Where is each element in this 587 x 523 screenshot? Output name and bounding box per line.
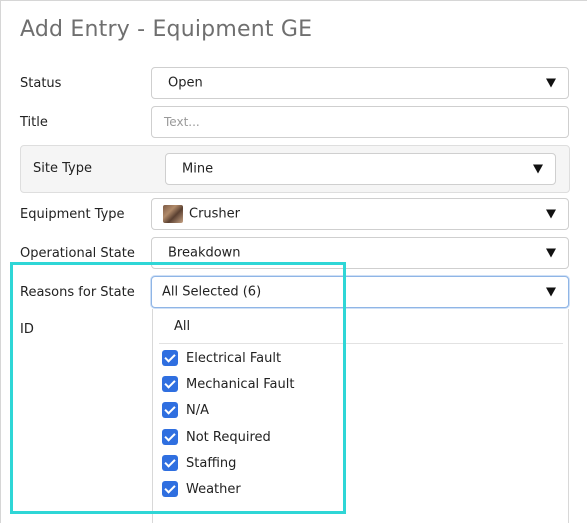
dropdown-divider [159, 343, 563, 344]
equipment-type-select[interactable]: Crusher [151, 198, 569, 230]
reason-option-weather[interactable]: Weather [162, 478, 241, 500]
reason-option-na[interactable]: N/A [162, 399, 209, 421]
page-title: Add Entry - Equipment GE [20, 17, 313, 42]
chevron-down-icon [546, 248, 556, 258]
reasons-for-state-label: Reasons for State [20, 285, 135, 300]
chevron-down-icon [546, 78, 556, 88]
title-placeholder: Text... [164, 115, 200, 129]
checkbox-checked-icon[interactable] [162, 350, 178, 366]
reason-option-label: Weather [186, 481, 241, 497]
checkbox-checked-icon[interactable] [162, 402, 178, 418]
reason-option-label: Not Required [186, 429, 271, 445]
reason-option-label: N/A [186, 402, 209, 418]
reason-option-mechanical-fault[interactable]: Mechanical Fault [162, 373, 294, 395]
checkbox-checked-icon[interactable] [162, 376, 178, 392]
id-label: ID [20, 322, 34, 337]
checkbox-checked-icon[interactable] [162, 455, 178, 471]
reason-option-label: Mechanical Fault [186, 376, 295, 392]
reason-option-not-required[interactable]: Not Required [162, 426, 271, 448]
status-label: Status [20, 76, 62, 91]
checkbox-checked-icon[interactable] [162, 481, 178, 497]
equipment-type-value: Crusher [189, 206, 241, 222]
site-type-label: Site Type [33, 161, 92, 176]
operational-state-value: Breakdown [168, 245, 241, 261]
reasons-dropdown-list: All Electrical Fault Mechanical Fault N/… [152, 309, 569, 523]
reasons-for-state-select[interactable]: All Selected (6) [151, 276, 569, 308]
crusher-thumbnail-icon [163, 205, 183, 223]
reason-option-electrical-fault[interactable]: Electrical Fault [162, 347, 281, 369]
site-type-select[interactable]: Mine [165, 153, 556, 185]
status-select[interactable]: Open [151, 67, 569, 99]
title-input[interactable]: Text... [151, 106, 569, 138]
status-value: Open [168, 75, 203, 91]
reason-option-label: Staffing [186, 455, 237, 471]
operational-state-label: Operational State [20, 246, 135, 261]
select-all-option[interactable]: All [174, 319, 190, 334]
reason-option-staffing[interactable]: Staffing [162, 452, 236, 474]
equipment-type-label: Equipment Type [20, 207, 125, 222]
site-type-value: Mine [182, 161, 214, 177]
chevron-down-icon [546, 287, 556, 297]
title-label: Title [20, 115, 48, 130]
reason-option-label: Electrical Fault [186, 350, 282, 366]
reasons-for-state-value: All Selected (6) [162, 284, 262, 300]
checkbox-checked-icon[interactable] [162, 429, 178, 445]
chevron-down-icon [533, 164, 543, 174]
operational-state-select[interactable]: Breakdown [151, 237, 569, 269]
site-type-panel: Site Type Mine [20, 145, 570, 193]
chevron-down-icon [546, 209, 556, 219]
